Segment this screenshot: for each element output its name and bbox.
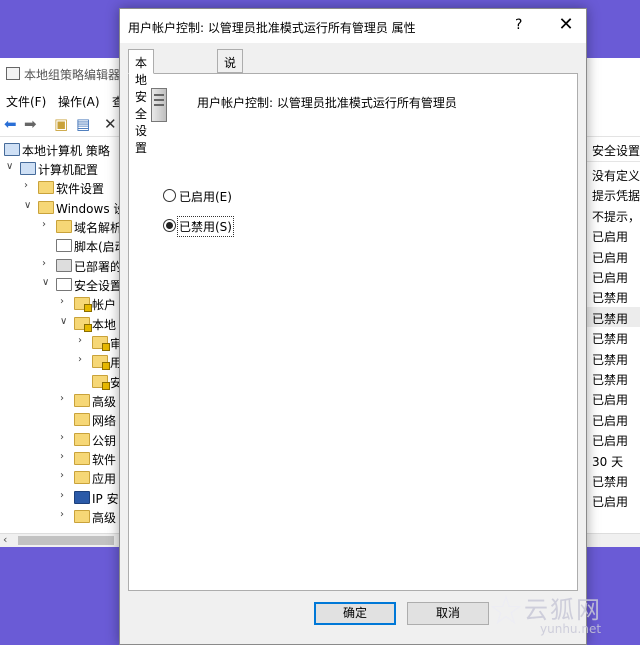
list-item[interactable]: 已禁用 — [586, 470, 640, 490]
folder-lock-icon — [92, 336, 110, 351]
back-arrow-icon[interactable]: ⬅ — [4, 116, 17, 132]
radio-enabled-circle[interactable] — [163, 189, 176, 202]
forward-arrow-icon[interactable]: ➡ — [24, 116, 37, 132]
chevron-down-icon[interactable]: ∨ — [42, 277, 52, 288]
folder-lock-icon — [74, 317, 92, 332]
folder-icon — [38, 201, 54, 214]
list-item[interactable]: 已启用 — [586, 225, 640, 245]
dialog-title-bar[interactable]: 用户帐户控制: 以管理员批准模式运行所有管理员 属性 ? ✕ — [120, 9, 586, 43]
list-item[interactable]: 已启用 — [586, 266, 640, 286]
watermark-url: yunhu.net — [540, 622, 602, 636]
server-policy-icon — [147, 88, 171, 122]
ok-button[interactable]: 确定 — [314, 602, 396, 625]
star-logo-icon: ☆ — [488, 588, 524, 634]
chevron-right-icon[interactable]: › — [24, 180, 34, 191]
column-header-security-setting[interactable]: 安全设置 — [586, 138, 640, 162]
list-item[interactable]: 已启用 — [586, 490, 640, 510]
security-icon — [56, 278, 72, 291]
list-item-selected[interactable]: 已禁用 — [586, 307, 640, 327]
list-item[interactable]: 已启用 — [586, 246, 640, 266]
folder-lock-icon — [92, 355, 110, 370]
radio-disabled-circle[interactable] — [163, 219, 176, 232]
list-item[interactable]: 已启用 — [586, 429, 640, 449]
watermark: ☆ 云狐网 yunhu.net — [488, 588, 640, 645]
editor-title: 本地组策略编辑器 — [24, 68, 121, 82]
list-item[interactable]: 不提示，直 — [586, 205, 640, 225]
printer-icon — [56, 259, 72, 272]
menu-action[interactable]: 操作(A) — [58, 93, 100, 110]
chevron-right-icon[interactable]: › — [60, 296, 70, 307]
chevron-right-icon[interactable]: › — [60, 451, 70, 462]
document-icon — [56, 239, 72, 252]
scroll-left-icon[interactable]: ‹ — [3, 533, 7, 546]
list-item[interactable]: 30 天 — [586, 450, 640, 470]
chevron-right-icon[interactable]: › — [60, 470, 70, 481]
close-button[interactable]: ✕ — [552, 13, 580, 37]
dialog-title: 用户帐户控制: 以管理员批准模式运行所有管理员 属性 — [128, 21, 416, 35]
policy-name: 用户帐户控制: 以管理员批准模式运行所有管理员 — [197, 96, 457, 110]
list-item[interactable]: 已启用 — [586, 388, 640, 408]
chevron-down-icon[interactable]: ∨ — [60, 316, 70, 327]
chevron-down-icon[interactable]: ∨ — [6, 161, 16, 172]
list-item[interactable]: 已禁用 — [586, 348, 640, 368]
menu-file[interactable]: 文件(F) — [6, 93, 46, 110]
show-hide-tree-icon[interactable]: ▤ — [76, 116, 90, 132]
list-item[interactable]: 已禁用 — [586, 327, 640, 347]
folder-icon — [74, 452, 90, 465]
policy-properties-dialog: 用户帐户控制: 以管理员批准模式运行所有管理员 属性 ? ✕ 本地安全设置 说明… — [119, 8, 587, 645]
list-item[interactable]: 已启用 — [586, 409, 640, 429]
tab-local-security-setting[interactable]: 本地安全设置 — [128, 49, 155, 155]
list-item[interactable]: 已禁用 — [586, 368, 640, 388]
folder-icon — [74, 510, 90, 523]
shield-icon — [74, 491, 90, 504]
tab-explain[interactable]: 说明 — [217, 49, 244, 87]
delete-icon[interactable]: ✕ — [104, 116, 117, 132]
computer-icon — [4, 143, 20, 156]
list-item[interactable]: 没有定义 — [586, 164, 640, 184]
folder-icon — [74, 394, 90, 407]
chevron-right-icon[interactable]: › — [60, 393, 70, 404]
folder-icon — [38, 181, 54, 194]
up-folder-icon[interactable]: ▣ — [54, 116, 68, 132]
chevron-right-icon[interactable]: › — [60, 432, 70, 443]
radio-disabled-label[interactable]: 已禁用(S) — [177, 216, 234, 237]
folder-icon — [74, 471, 90, 484]
chevron-right-icon[interactable]: › — [60, 490, 70, 501]
watermark-text: 云狐网 — [524, 596, 602, 624]
folder-lock-icon — [92, 375, 110, 390]
scrollbar-thumb[interactable] — [18, 536, 114, 545]
help-button[interactable]: ? — [515, 17, 522, 33]
chevron-right-icon[interactable]: › — [42, 258, 52, 269]
list-item[interactable]: 提示凭据 — [586, 184, 640, 204]
tab-panel: 用户帐户控制: 以管理员批准模式运行所有管理员 已启用(E) 已禁用(S) — [128, 73, 578, 591]
list-item[interactable]: 已禁用 — [586, 286, 640, 306]
security-setting-column: 安全设置 没有定义 提示凭据 不提示，直 已启用 已启用 已启用 已禁用 已禁用… — [586, 138, 640, 533]
chevron-right-icon[interactable]: › — [60, 509, 70, 520]
computer-icon — [20, 162, 36, 175]
chevron-right-icon[interactable]: › — [78, 335, 88, 346]
policy-editor-app-icon — [6, 67, 20, 80]
radio-enabled-label[interactable]: 已启用(E) — [179, 188, 232, 205]
chevron-right-icon[interactable]: › — [78, 354, 88, 365]
folder-icon — [56, 220, 72, 233]
policy-tree: 本地计算机 策略 ∨ 计算机配置 › 软件设置 ∨ Windows 设 › 域名… — [4, 143, 127, 525]
folder-icon — [74, 433, 90, 446]
chevron-right-icon[interactable]: › — [42, 219, 52, 230]
chevron-down-icon[interactable]: ∨ — [24, 200, 34, 211]
cancel-button[interactable]: 取消 — [407, 602, 489, 625]
folder-icon — [74, 413, 90, 426]
folder-lock-icon — [74, 297, 92, 312]
